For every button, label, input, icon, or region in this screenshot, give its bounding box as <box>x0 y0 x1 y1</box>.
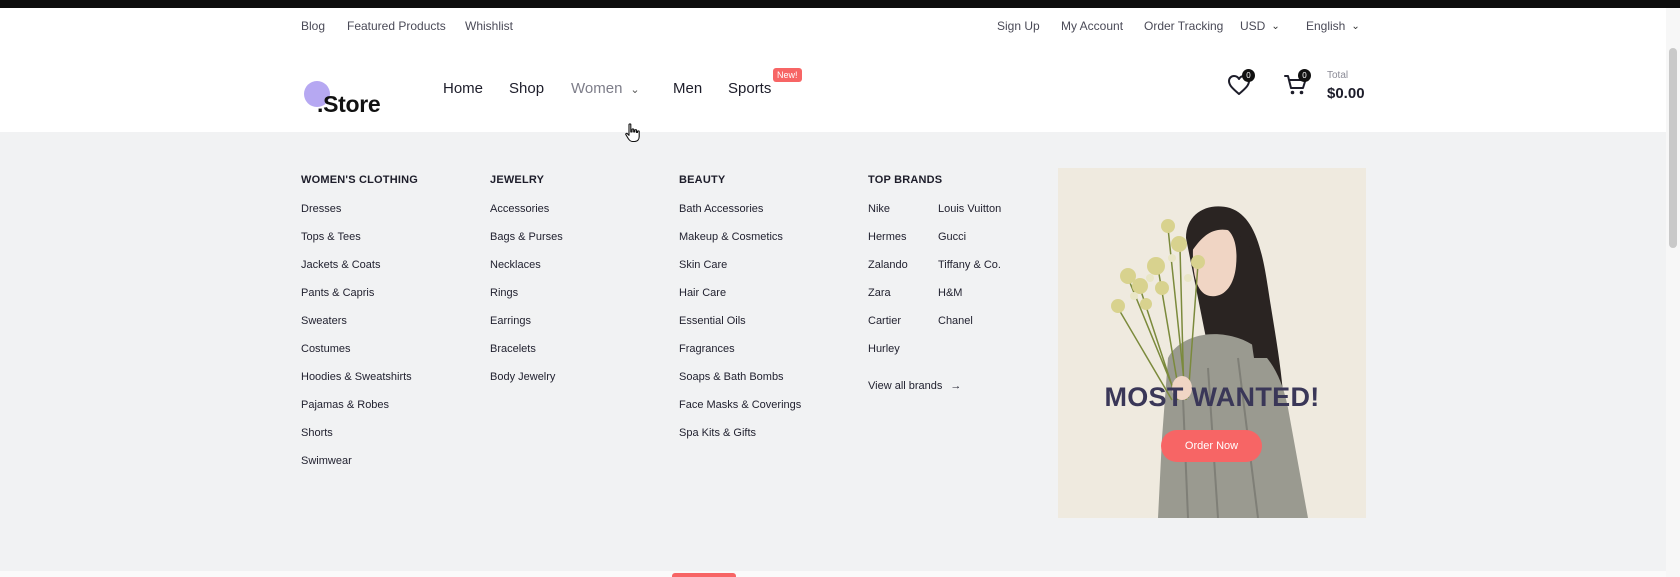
order-now-button[interactable]: Order Now <box>1161 430 1262 462</box>
promo-title: MOST WANTED! <box>1104 382 1320 412</box>
cart-total-value: $0.00 <box>1327 85 1365 102</box>
chevron-down-icon: ⌄ <box>630 84 640 96</box>
top-brands-column: TOP BRANDS <box>868 174 942 190</box>
arrow-right-icon: → <box>950 380 962 392</box>
menu-link[interactable]: Pants & Capris <box>301 286 418 314</box>
menu-link[interactable]: Earrings <box>490 314 563 342</box>
menu-link[interactable]: Rings <box>490 286 563 314</box>
menu-link[interactable]: Face Masks & Coverings <box>679 398 801 426</box>
menu-link[interactable]: Bath Accessories <box>679 202 801 230</box>
column-title: BEAUTY <box>679 174 726 186</box>
brand-link[interactable]: Gucci <box>938 230 1001 258</box>
brand-link[interactable]: Hermes <box>868 230 908 258</box>
brand-link[interactable]: Cartier <box>868 314 908 342</box>
new-badge: New! <box>773 68 802 82</box>
menu-link[interactable]: Swimwear <box>301 454 418 482</box>
my-account-link[interactable]: My Account <box>1061 19 1123 33</box>
nav-home[interactable]: Home <box>443 80 483 97</box>
menu-link[interactable]: Makeup & Cosmetics <box>679 230 801 258</box>
sign-up-link[interactable]: Sign Up <box>997 19 1040 33</box>
menu-link[interactable]: Soaps & Bath Bombs <box>679 370 801 398</box>
nav-sports[interactable]: Sports <box>728 80 771 97</box>
store-logo[interactable]: .Store <box>301 62 401 117</box>
column-title: WOMEN'S CLOTHING <box>301 174 419 186</box>
wishlist-count: 0 <box>1242 69 1255 82</box>
wishlist-link[interactable]: Whishlist <box>465 19 513 33</box>
menu-link[interactable]: Fragrances <box>679 342 801 370</box>
menu-link[interactable]: Spa Kits & Gifts <box>679 426 801 454</box>
main-header: .Store Home Shop Women ⌄ Men Sports New! … <box>0 44 1680 132</box>
wishlist-button[interactable]: 0 <box>1227 69 1255 96</box>
beauty-column: BEAUTY Bath Accessories Makeup & Cosmeti… <box>679 174 801 454</box>
column-title: JEWELRY <box>490 174 545 186</box>
menu-link[interactable]: Bags & Purses <box>490 230 563 258</box>
currency-value: USD <box>1240 19 1266 33</box>
chevron-down-icon: ⌄ <box>1351 21 1360 32</box>
nav-women-label: Women <box>571 80 623 97</box>
logo-text: .Store <box>317 91 381 117</box>
menu-link[interactable]: Bracelets <box>490 342 563 370</box>
featured-products-link[interactable]: Featured Products <box>347 19 446 33</box>
brands-list-2: Louis Vuitton Gucci Tiffany & Co. H&M Ch… <box>938 202 1001 342</box>
top-strip <box>0 0 1680 8</box>
nav-women[interactable]: Women ⌄ <box>571 80 640 97</box>
brand-link[interactable]: Zalando <box>868 258 908 286</box>
menu-link[interactable]: Skin Care <box>679 258 801 286</box>
cart-count: 0 <box>1298 69 1311 82</box>
brand-link[interactable]: H&M <box>938 286 1001 314</box>
menu-link[interactable]: Costumes <box>301 342 418 370</box>
pointer-cursor-icon <box>625 123 640 143</box>
view-all-brands-link[interactable]: View all brands → <box>868 380 961 392</box>
utility-bar: Blog Featured Products Whishlist Sign Up… <box>0 8 1680 44</box>
blog-link[interactable]: Blog <box>301 19 325 33</box>
menu-link[interactable]: Jackets & Coats <box>301 258 418 286</box>
brand-link[interactable]: Nike <box>868 202 908 230</box>
language-value: English <box>1306 19 1346 33</box>
menu-link[interactable]: Shorts <box>301 426 418 454</box>
scrollbar-thumb[interactable] <box>1669 48 1677 248</box>
menu-link[interactable]: Essential Oils <box>679 314 801 342</box>
nav-men[interactable]: Men <box>673 80 702 97</box>
menu-link[interactable]: Sweaters <box>301 314 418 342</box>
menu-link[interactable]: Body Jewelry <box>490 370 563 398</box>
menu-link[interactable]: Necklaces <box>490 258 563 286</box>
menu-link[interactable]: Hair Care <box>679 286 801 314</box>
menu-link[interactable]: Tops & Tees <box>301 230 418 258</box>
brand-link[interactable]: Chanel <box>938 314 1001 342</box>
view-all-label: View all brands <box>868 380 943 392</box>
brands-list-1: Nike Hermes Zalando Zara Cartier Hurley <box>868 202 908 370</box>
menu-link[interactable]: Accessories <box>490 202 563 230</box>
nav-shop[interactable]: Shop <box>509 80 544 97</box>
order-tracking-link[interactable]: Order Tracking <box>1144 19 1223 33</box>
chevron-down-icon: ⌄ <box>1271 21 1280 32</box>
hero-accent-peek <box>672 573 736 577</box>
jewelry-column: JEWELRY Accessories Bags & Purses Neckla… <box>490 174 563 398</box>
women-megamenu: WOMEN'S CLOTHING Dresses Tops & Tees Jac… <box>0 132 1666 571</box>
brand-link[interactable]: Louis Vuitton <box>938 202 1001 230</box>
woman-with-flowers-image <box>1058 168 1366 518</box>
menu-link[interactable]: Hoodies & Sweatshirts <box>301 370 418 398</box>
page-content-peek <box>0 571 1666 577</box>
column-title: TOP BRANDS <box>868 174 943 186</box>
menu-link[interactable]: Dresses <box>301 202 418 230</box>
brand-link[interactable]: Hurley <box>868 342 908 370</box>
language-selector[interactable]: English ⌄ <box>1306 19 1360 33</box>
womens-clothing-column: WOMEN'S CLOTHING Dresses Tops & Tees Jac… <box>301 174 418 482</box>
vertical-scrollbar[interactable] <box>1666 8 1680 577</box>
currency-selector[interactable]: USD ⌄ <box>1240 19 1280 33</box>
cart-button[interactable]: 0 <box>1284 69 1311 96</box>
menu-link[interactable]: Pajamas & Robes <box>301 398 418 426</box>
brand-link[interactable]: Tiffany & Co. <box>938 258 1001 286</box>
brand-link[interactable]: Zara <box>868 286 908 314</box>
cart-total-label: Total <box>1327 70 1349 81</box>
promo-banner[interactable]: MOST WANTED! Order Now <box>1058 168 1366 518</box>
